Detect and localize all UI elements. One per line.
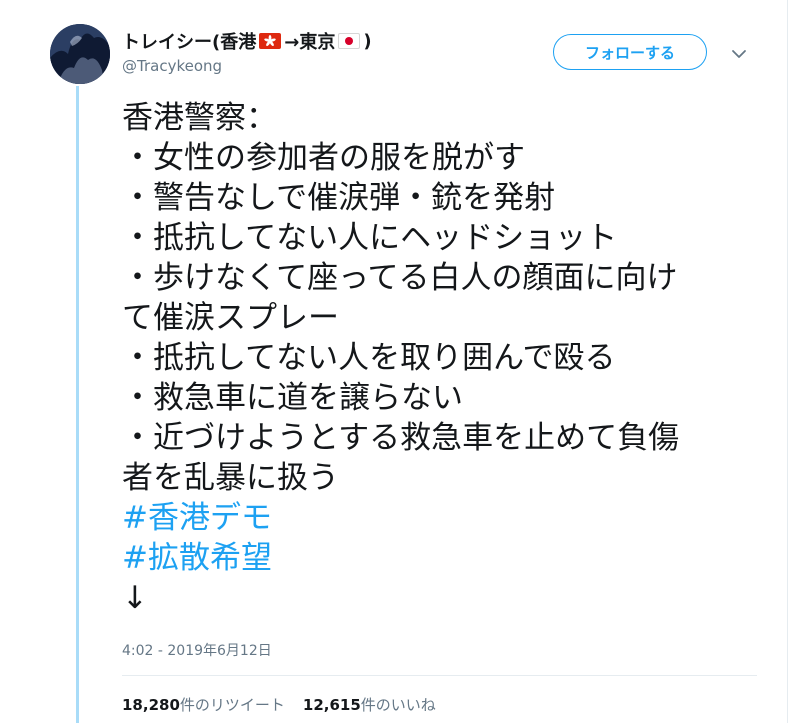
hashtag-link[interactable]: #拡散希望 — [122, 538, 762, 578]
japan-flag-icon — [338, 33, 361, 49]
tweet-line: 者を乱暴に扱う — [122, 460, 339, 496]
display-name-arrow: →東京 — [284, 32, 336, 53]
retweet-count-value: 18,280 — [122, 696, 180, 714]
tweet-line: ・救急車に道を譲らない — [122, 380, 463, 416]
display-name-suffix: ) — [363, 30, 372, 52]
tweet-line: 香港警察： — [122, 100, 277, 136]
tweet-line: ・警告なしで催涙弾・銃を発射 — [122, 180, 556, 216]
tweet-text: 香港警察： ・女性の参加者の服を脱がす ・警告なしで催涙弾・銃を発射 ・抵抗して… — [122, 98, 762, 618]
like-count-label: 件のいいね — [360, 696, 436, 714]
chevron-down-icon[interactable] — [731, 46, 747, 62]
tweet-timestamp[interactable]: 4:02 - 2019年6月12日 — [122, 640, 272, 660]
tweet-line: ・近づけようとする救急車を止めて負傷 — [122, 420, 680, 456]
follow-button[interactable]: フォローする — [553, 34, 707, 70]
thread-line — [76, 86, 79, 723]
tweet-stats: 18,280件のリツイート 12,615件のいいね — [122, 694, 436, 715]
user-handle[interactable]: @Tracykeong — [122, 57, 222, 75]
tweet-line: て催涙スプレー — [122, 300, 339, 336]
arrow-down-text: ↓ — [122, 580, 148, 616]
display-name[interactable]: トレイシー(香港 →東京 ) — [122, 28, 372, 54]
tweet-line: ・抵抗してない人にヘッドショット — [122, 220, 618, 256]
display-name-prefix: トレイシー(香港 — [122, 32, 257, 53]
avatar[interactable] — [50, 24, 110, 84]
hong-kong-flag-icon — [259, 33, 282, 49]
tweet-line: ・女性の参加者の服を脱がす — [122, 140, 525, 176]
tweet-line: ・歩けなくて座ってる白人の顔面に向け — [122, 260, 678, 296]
hashtag-link[interactable]: #香港デモ — [122, 498, 762, 538]
tweet-page: トレイシー(香港 →東京 ) @Tracykeong フォローする 香港警察： … — [0, 0, 804, 723]
tweet-line: ・抵抗してない人を取り囲んで殴る — [122, 340, 616, 376]
retweet-count-label: 件のリツイート — [179, 696, 285, 714]
column-border — [787, 0, 788, 723]
like-count-value: 12,615 — [302, 696, 361, 714]
divider — [122, 675, 757, 676]
like-count[interactable]: 12,615件のいいね — [303, 694, 436, 715]
retweet-count[interactable]: 18,280件のリツイート — [122, 694, 285, 715]
